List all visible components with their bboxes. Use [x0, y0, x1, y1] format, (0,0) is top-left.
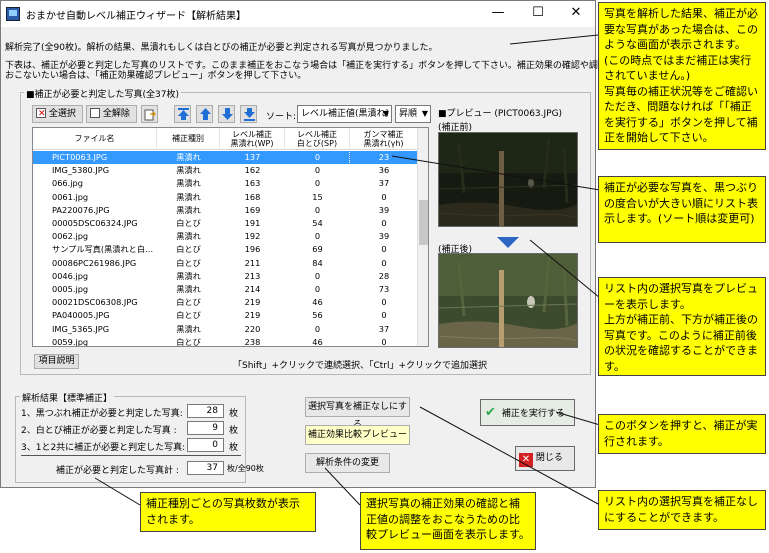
callout-sorted-list: 補正が必要な写真を、黒つぶりの度合いが大きい順にリスト表示します。(ソート順は変… [598, 176, 766, 243]
callout-no-correction: リスト内の選択写真を補正なしにすることができます。 [598, 490, 766, 530]
callout-preview: リスト内の選択写真をプレビューを表示します。 上方が補正前、下方が補正後の写真で… [598, 277, 766, 376]
callout-counts: 補正種別ごとの写真枚数が表示されます。 [140, 492, 316, 532]
callout-compare-preview: 選択写真の補正効果の確認と補正値の調整をおこなうための比較プレビュー画面を表示し… [360, 492, 536, 550]
callout-analysis-result: 写真を解析した結果、補正が必要な写真があった場合は、このような画面が表示されます… [598, 2, 766, 150]
screenshot-stage: { "window": { "title": "おまかせ自動レベル補正ウィザード… [0, 0, 769, 553]
callout-execute: このボタンを押すと、補正が実行されます。 [598, 414, 766, 454]
